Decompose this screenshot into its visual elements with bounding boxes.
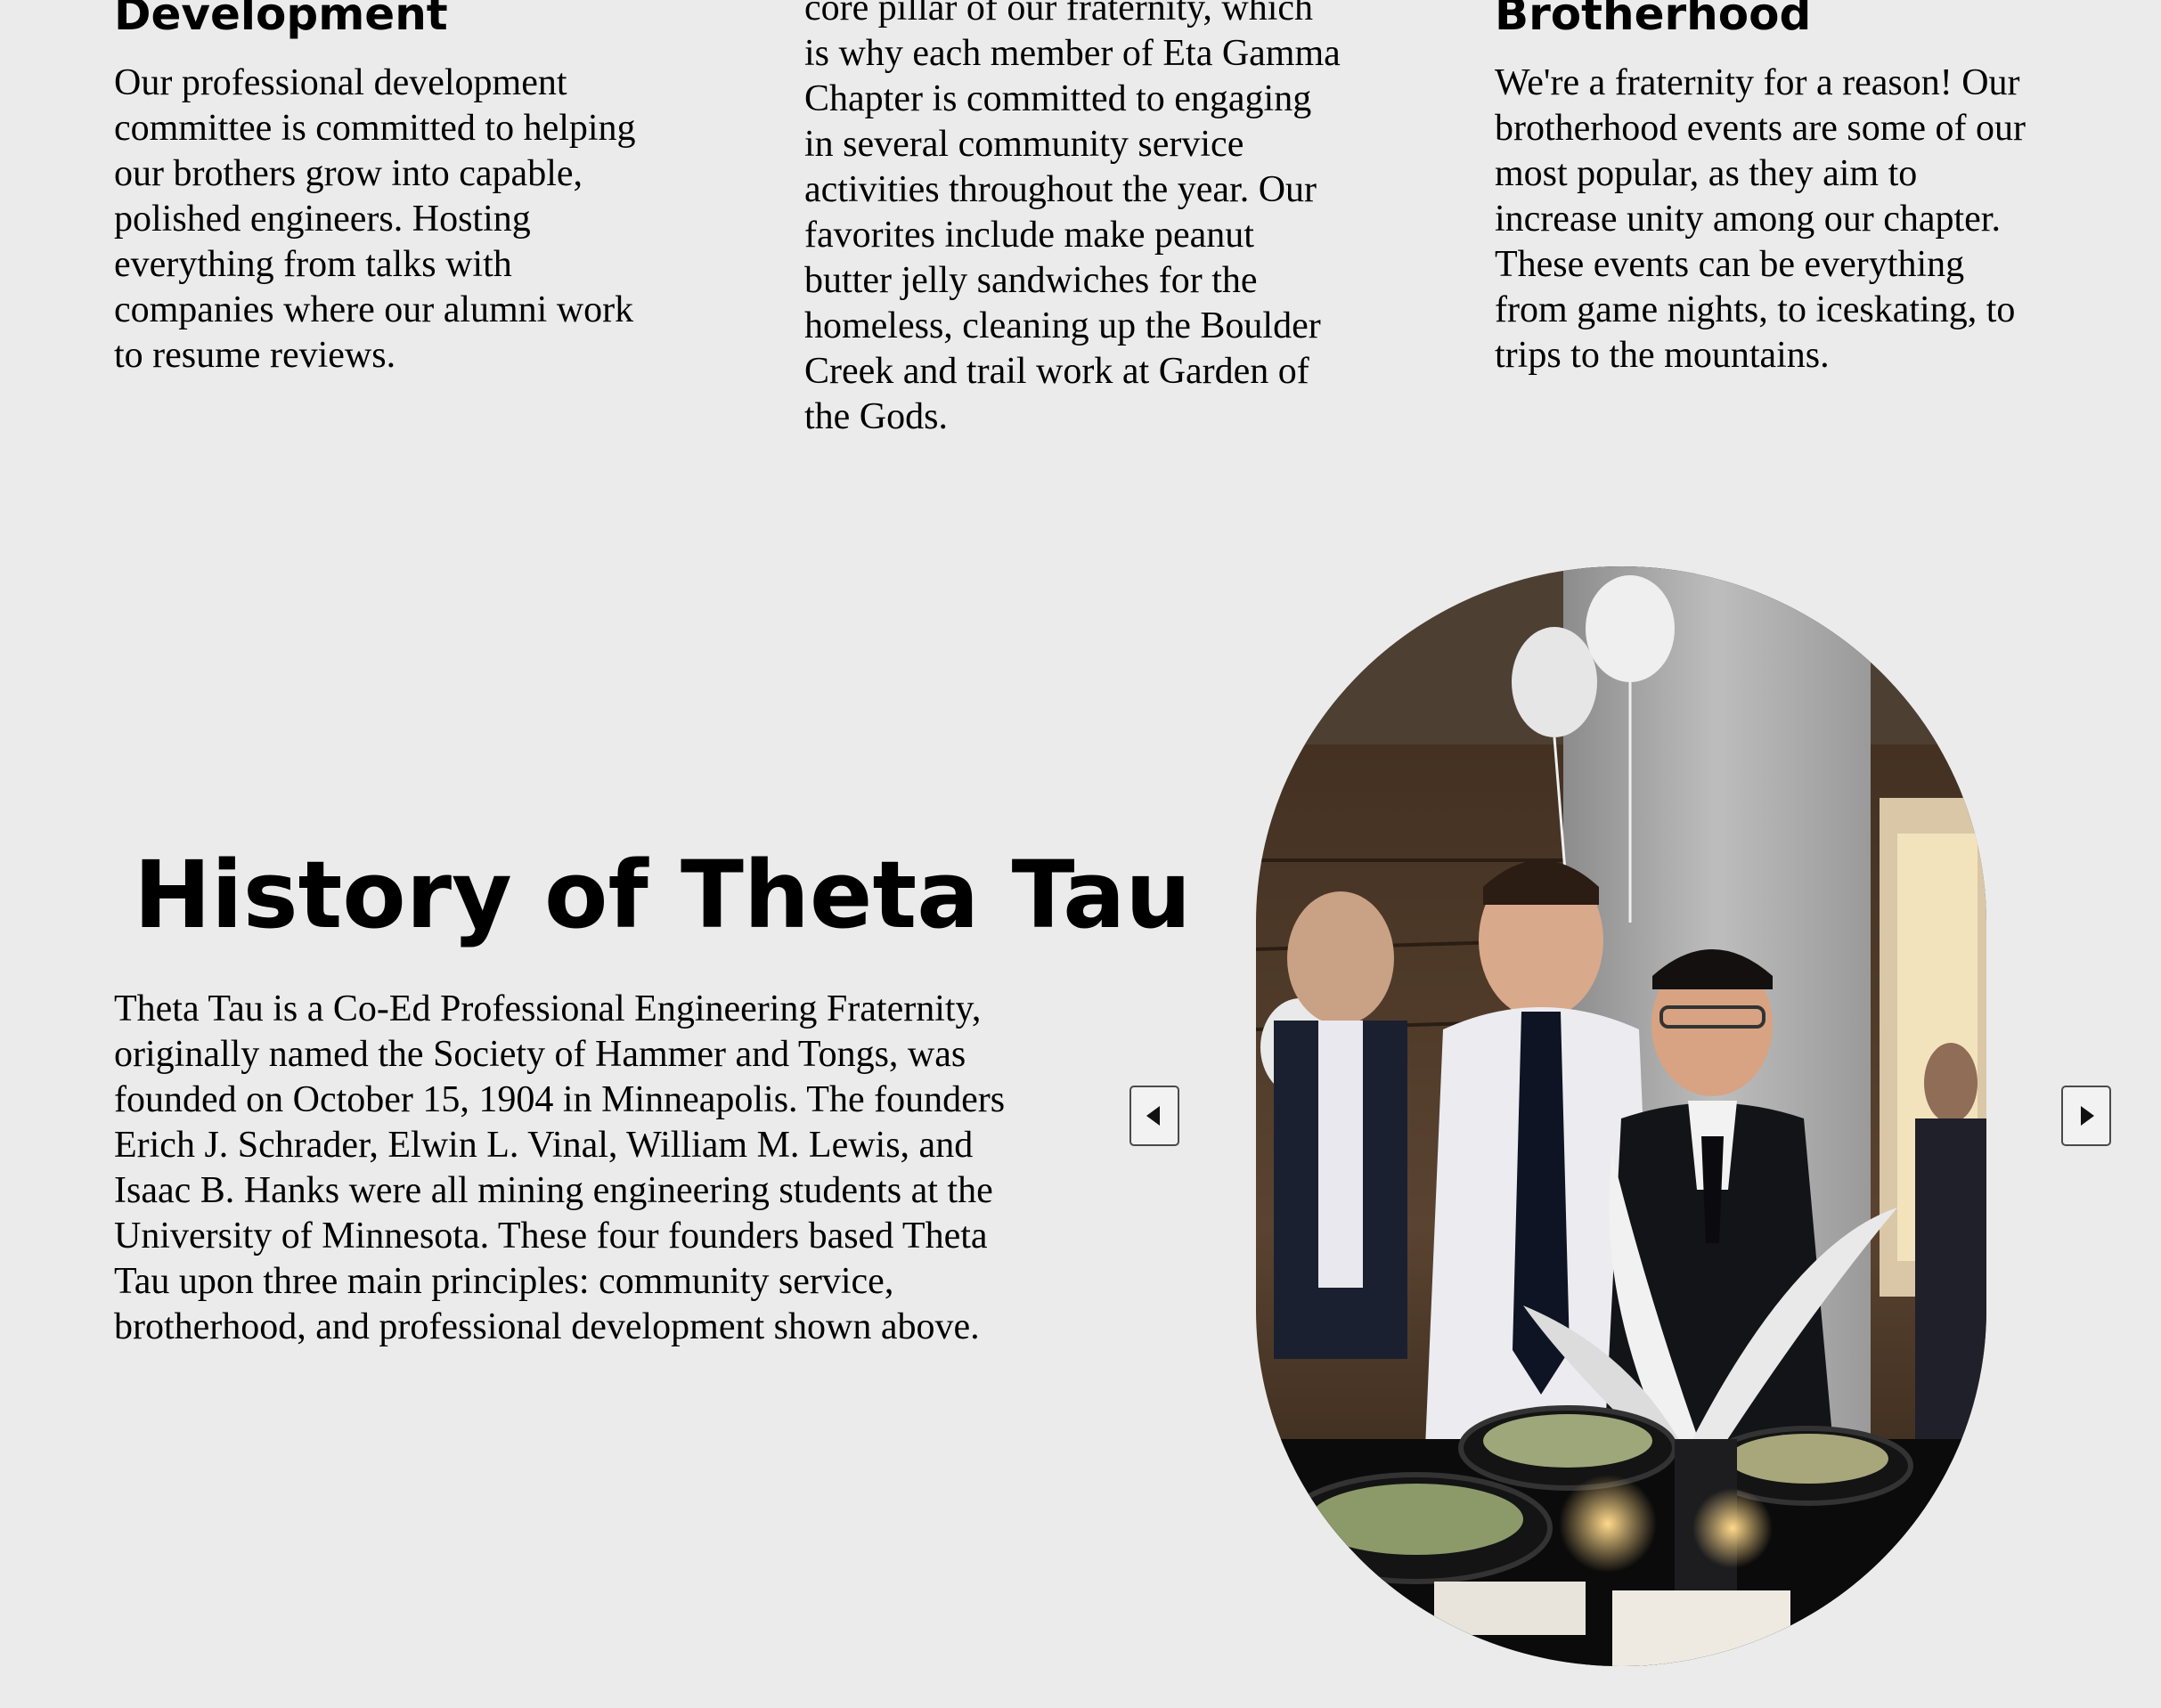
- carousel-image: [1256, 566, 1986, 1666]
- triangle-right-icon: [2081, 1106, 2094, 1126]
- carousel-next-button[interactable]: [2061, 1086, 2111, 1146]
- event-photo-illustration: [1256, 566, 1986, 1666]
- development-description: Our professional development committee i…: [114, 62, 636, 376]
- community-service-description: core pillar of our fraternity, which is …: [804, 0, 1341, 437]
- carousel-prev-button[interactable]: [1129, 1086, 1179, 1146]
- brotherhood-heading: Brotherhood: [1495, 0, 1812, 40]
- development-heading: Development: [114, 0, 448, 40]
- history-description: Theta Tau is a Co-Ed Professional Engine…: [114, 988, 1006, 1347]
- triangle-left-icon: [1146, 1106, 1160, 1126]
- brotherhood-description: We're a fraternity for a reason! Our bro…: [1495, 62, 2026, 376]
- history-heading: History of Theta Tau: [134, 841, 1192, 949]
